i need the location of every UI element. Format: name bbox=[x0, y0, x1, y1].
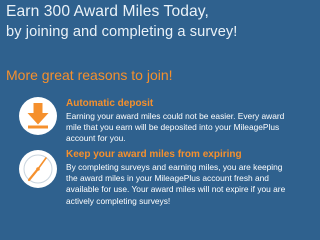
download-arrow-icon bbox=[19, 97, 57, 135]
feature-desc-automatic-deposit: Earning your award miles could not be ea… bbox=[66, 111, 285, 144]
feature-desc-keep-miles: By completing surveys and earning miles,… bbox=[66, 162, 286, 206]
promo-headline: Earn 300 Award Miles Today, by joining a… bbox=[6, 2, 298, 42]
clock-icon bbox=[19, 150, 57, 188]
feature-title-keep-miles: Keep your award miles from expiring bbox=[66, 149, 242, 160]
headline-line-1: Earn 300 Award Miles Today, bbox=[6, 3, 209, 20]
feature-title-automatic-deposit: Automatic deposit bbox=[66, 98, 154, 109]
reasons-heading: More great reasons to join! bbox=[6, 67, 173, 83]
headline-line-2: by joining and completing a survey! bbox=[6, 24, 238, 40]
